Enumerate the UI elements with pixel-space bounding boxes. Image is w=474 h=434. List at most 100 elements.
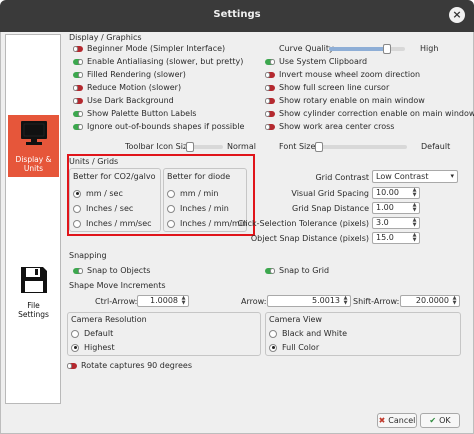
toggle-label: Beginner Mode (Simpler Interface) [87, 44, 226, 53]
group-title: Camera Resolution [71, 315, 147, 324]
toggle-beginner-mode[interactable]: Beginner Mode (Simpler Interface) [73, 44, 225, 53]
radio-dot[interactable] [269, 329, 277, 338]
toggle-label: Reduce Motion (slower) [87, 83, 182, 92]
radio-resolution-highest[interactable]: Highest [71, 343, 115, 352]
spinner-arrows-icon[interactable]: ▲ ▼ [411, 218, 418, 228]
toggle-label: Filled Rendering (slower) [87, 70, 186, 79]
radio-resolution-default[interactable]: Default [71, 329, 113, 338]
chevron-down-icon: ▾ [450, 172, 454, 180]
section-shape-move: Shape Move Increments [69, 281, 166, 290]
toggle-switch[interactable] [265, 123, 275, 130]
slider-handle[interactable] [315, 142, 323, 152]
grid-contrast-select[interactable]: Low Contrast ▾ [372, 170, 458, 183]
toggle-rotate-captures[interactable]: Rotate captures 90 degrees [67, 361, 192, 370]
button-label: OK [439, 416, 451, 425]
button-label: Cancel [388, 416, 416, 425]
toggle-switch[interactable] [265, 267, 275, 274]
toggle-switch[interactable] [73, 267, 83, 274]
sidebar-item-file-settings[interactable]: File Settings [8, 261, 59, 323]
toggle-label: Show Palette Button Labels [87, 109, 197, 118]
toggle-dark-background[interactable]: Use Dark Background [73, 96, 174, 105]
toggle-switch[interactable] [73, 97, 83, 104]
slider-handle[interactable] [383, 44, 391, 54]
section-display-graphics: Display / Graphics [69, 33, 142, 42]
toggle-switch[interactable] [73, 58, 83, 65]
spinner-arrows-icon[interactable]: ▲ ▼ [342, 296, 349, 306]
curve-quality-label: Curve Quality [279, 44, 334, 53]
monitor-icon [21, 121, 47, 145]
radio-view-bw[interactable]: Black and White [269, 329, 347, 338]
toggle-switch[interactable] [73, 123, 83, 130]
radio-label: Default [84, 329, 114, 338]
toggle-ignore-out-of-bounds[interactable]: Ignore out-of-bounds shapes if possible [73, 122, 244, 131]
ok-button[interactable]: ✔ OK [420, 413, 460, 428]
toggle-switch[interactable] [73, 110, 83, 117]
input-value: 1.0008 [150, 296, 178, 305]
arrow-input[interactable]: 5.0013 ▲ ▼ [267, 295, 351, 307]
spinner-arrows-icon[interactable]: ▲ ▼ [411, 188, 418, 198]
toggle-label: Enable Antialiasing (slower, but pretty) [87, 57, 244, 66]
ctrl-arrow-input[interactable]: 1.0008 ▲ ▼ [137, 295, 189, 307]
section-snapping: Snapping [69, 251, 107, 260]
toggle-switch[interactable] [73, 71, 83, 78]
toggle-filled-rendering[interactable]: Filled Rendering (slower) [73, 70, 186, 79]
toggle-palette-labels[interactable]: Show Palette Button Labels [73, 109, 196, 118]
radio-view-color[interactable]: Full Color [269, 343, 319, 352]
toggle-switch[interactable] [265, 58, 275, 65]
spinner-arrows-icon[interactable]: ▲ ▼ [411, 233, 418, 243]
curve-quality-slider[interactable] [329, 44, 405, 54]
toggle-center-cross[interactable]: Show work area center cross [265, 122, 394, 131]
window-title: Settings [213, 9, 261, 20]
visual-grid-spacing-input[interactable]: 10.00 ▲ ▼ [372, 187, 420, 199]
select-value: Low Contrast [376, 172, 429, 181]
close-icon[interactable]: × [449, 7, 465, 23]
settings-content: Display / Graphics Beginner Mode (Simple… [65, 32, 474, 412]
spinner-arrows-icon[interactable]: ▲ ▼ [451, 296, 458, 306]
cancel-button[interactable]: ✖ Cancel [377, 413, 417, 428]
camera-resolution-group: Camera Resolution Default Highest [67, 312, 261, 356]
toggle-rotary-enable[interactable]: Show rotary enable on main window [265, 96, 425, 105]
toggle-switch[interactable] [265, 110, 275, 117]
toolbar-icon-size-value: Normal [227, 142, 256, 151]
toggle-switch[interactable] [265, 84, 275, 91]
radio-dot[interactable] [71, 329, 79, 338]
grid-snap-distance-input[interactable]: 1.00 ▲ ▼ [372, 202, 420, 214]
sidebar-item-display-units[interactable]: Display & Units [8, 115, 59, 177]
sidebar-item-label: Display & Units [15, 155, 52, 173]
toggle-reduce-motion[interactable]: Reduce Motion (slower) [73, 83, 181, 92]
toggle-switch[interactable] [265, 97, 275, 104]
spinner-arrows-icon[interactable]: ▲ ▼ [411, 203, 418, 213]
toolbar-icon-size-slider[interactable] [185, 142, 223, 152]
input-value: 3.0 [376, 218, 389, 227]
shift-arrow-input[interactable]: 20.0000 ▲ ▼ [400, 295, 460, 307]
font-size-label: Font Size [279, 142, 316, 151]
title-bar: Settings × [0, 0, 474, 32]
toggle-label: Invert mouse wheel zoom direction [279, 70, 421, 79]
radio-dot[interactable] [71, 343, 79, 352]
toggle-snap-objects[interactable]: Snap to Objects [73, 266, 150, 275]
toggle-snap-grid[interactable]: Snap to Grid [265, 266, 329, 275]
toggle-cylinder-correction[interactable]: Show cylinder correction enable on main … [265, 109, 474, 118]
input-value: 20.0000 [415, 296, 449, 305]
click-tolerance-input[interactable]: 3.0 ▲ ▼ [372, 217, 420, 229]
toggle-switch[interactable] [265, 71, 275, 78]
arrow-label: Arrow: [241, 297, 267, 306]
toggle-label: Use Dark Background [87, 96, 174, 105]
font-size-slider[interactable] [315, 142, 407, 152]
input-value: 1.00 [376, 203, 394, 212]
toggle-antialiasing[interactable]: Enable Antialiasing (slower, but pretty) [73, 57, 243, 66]
spinner-arrows-icon[interactable]: ▲ ▼ [180, 296, 187, 306]
toggle-invert-zoom[interactable]: Invert mouse wheel zoom direction [265, 70, 420, 79]
slider-handle[interactable] [186, 142, 194, 152]
toggle-switch[interactable] [67, 362, 77, 369]
toggle-switch[interactable] [73, 45, 83, 52]
toggle-label: Snap to Objects [87, 266, 151, 275]
ctrl-arrow-label: Ctrl-Arrow: [95, 297, 138, 306]
toggle-switch[interactable] [73, 84, 83, 91]
toggle-line-cursor[interactable]: Show full screen line cursor [265, 83, 389, 92]
check-icon: ✔ [429, 416, 437, 425]
toggle-system-clipboard[interactable]: Use System Clipboard [265, 57, 367, 66]
radio-dot[interactable] [269, 343, 277, 352]
object-snap-distance-input[interactable]: 15.0 ▲ ▼ [372, 232, 420, 244]
font-size-value: Default [421, 142, 451, 151]
